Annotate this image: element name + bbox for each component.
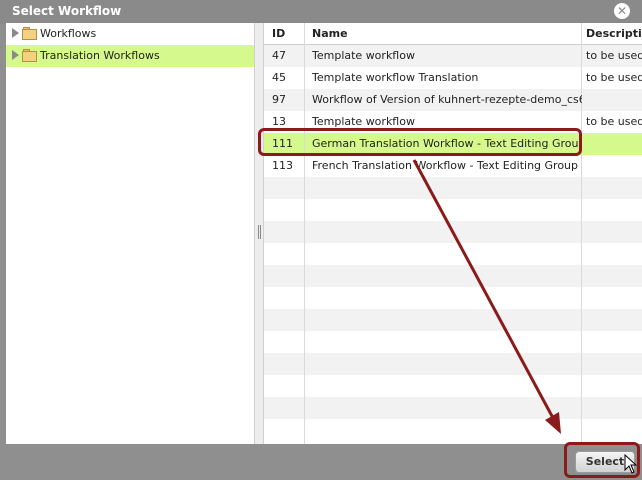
expand-arrow-icon[interactable] (12, 50, 19, 60)
highlight-selected-row (258, 128, 582, 156)
cell-name: French Translation Workflow - Text Editi… (312, 159, 579, 172)
dialog-content: Workflows Translation Workflows ID Name … (6, 23, 642, 444)
cell-id: 45 (272, 71, 286, 84)
workflow-table: ID Name Descripti 47 Template workflow t… (264, 23, 642, 444)
empty-row (264, 375, 642, 397)
folder-icon (22, 27, 38, 40)
select-workflow-dialog: Select Workflow ✕ Workflows Translation … (0, 0, 642, 480)
cell-id: 113 (272, 159, 293, 172)
cell-description: to be used (586, 49, 642, 62)
tree-item-translation-workflows[interactable]: Translation Workflows (6, 45, 254, 67)
empty-row (264, 309, 642, 331)
cell-id: 97 (272, 93, 286, 106)
tree-item-label: Translation Workflows (40, 49, 160, 62)
column-divider (304, 23, 305, 444)
cell-name: Template workflow Translation (312, 71, 479, 84)
dialog-title: Select Workflow (12, 4, 122, 18)
column-header-id[interactable]: ID (272, 27, 285, 40)
dialog-titlebar: Select Workflow ✕ (0, 0, 642, 24)
folder-icon (22, 49, 38, 62)
empty-row (264, 419, 642, 441)
empty-row (264, 243, 642, 265)
cell-name: Template workflow (312, 49, 415, 62)
cell-name: Workflow of Version of kuhnert-rezepte-d… (312, 93, 582, 106)
tree-item-label: Workflows (40, 27, 97, 40)
empty-row (264, 397, 642, 419)
splitter-grip-icon[interactable] (258, 225, 261, 239)
cell-description: to be used (586, 115, 642, 128)
cell-id: 13 (272, 115, 286, 128)
expand-arrow-icon[interactable] (12, 28, 19, 38)
cell-id: 47 (272, 49, 286, 62)
cursor-icon (624, 454, 638, 474)
column-header-description[interactable]: Descripti (586, 27, 642, 40)
close-icon[interactable]: ✕ (614, 3, 630, 19)
folder-tree: Workflows Translation Workflows (6, 23, 254, 444)
empty-row (264, 287, 642, 309)
column-header-name[interactable]: Name (312, 27, 348, 40)
pane-splitter[interactable] (254, 23, 264, 444)
cell-description: to be used (586, 71, 642, 84)
table-header: ID Name Descripti (264, 23, 642, 45)
column-divider (581, 23, 582, 444)
cell-name: Template workflow (312, 115, 415, 128)
empty-row (264, 331, 642, 353)
empty-row (264, 353, 642, 375)
tree-item-workflows[interactable]: Workflows (6, 23, 254, 45)
empty-row (264, 177, 642, 199)
empty-row (264, 199, 642, 221)
empty-row (264, 265, 642, 287)
empty-row (264, 221, 642, 243)
